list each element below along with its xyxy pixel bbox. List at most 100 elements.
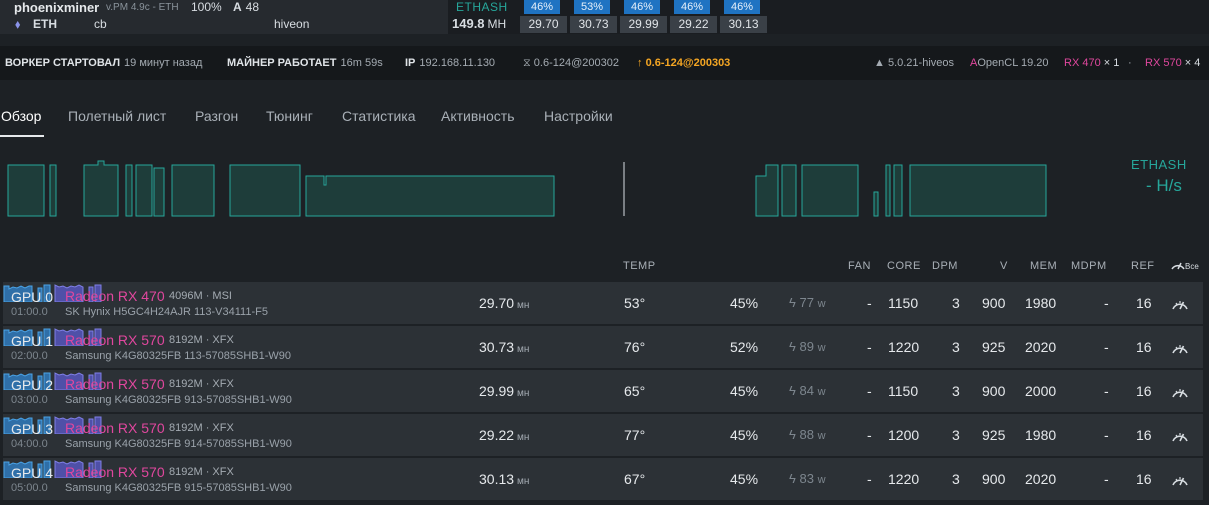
gpu-mem-clock: 2020: [1025, 339, 1057, 355]
gpu-cell-percent: 53%: [574, 0, 610, 14]
gpu-model[interactable]: Radeon RX 570: [65, 464, 165, 480]
gpu-power-value: 83: [799, 471, 814, 486]
gpu-row[interactable]: GPU 2 03:00.0 Radeon RX 570 8192M · XFX …: [3, 370, 1203, 412]
update-version[interactable]: ↑ 0.6-124@200303: [637, 57, 730, 69]
gpu-hashrate: 29.22 мн: [479, 427, 529, 443]
gpu-temperature: 76°: [624, 339, 646, 355]
gpu-index: GPU 1: [11, 333, 54, 349]
gpu-dpm: 3: [952, 383, 960, 399]
total-hashrate-unit: MH: [487, 17, 507, 31]
miner-uptime-label: МАЙНЕР РАБОТАЕТ: [227, 57, 337, 69]
gpu-core-clock: 1200: [888, 427, 920, 443]
gpu-hashrate-value: 29.22: [479, 427, 515, 443]
ip-address: IP 192.168.11.130: [405, 57, 495, 69]
ip-label: IP: [405, 57, 416, 69]
header-all-label[interactable]: Все: [1185, 262, 1199, 271]
header-mem: MEM: [1030, 260, 1058, 272]
chart-segment: [135, 164, 153, 217]
gpu-cell-hashrate: 30.73: [570, 16, 617, 33]
chart-segment: [801, 164, 859, 217]
gpu-index: GPU 4: [11, 465, 54, 481]
chart-segment: [909, 164, 1047, 217]
tab-overclocking[interactable]: Разгон: [195, 108, 238, 124]
gpu-model[interactable]: Radeon RX 570: [65, 420, 165, 436]
gpu-model[interactable]: Radeon RX 570: [65, 332, 165, 348]
chart-segment: [873, 191, 879, 217]
power-icon: ϟ: [789, 295, 796, 310]
gpu-power: ϟ 88 w: [789, 427, 826, 442]
gpu-row[interactable]: GPU 4 05:00.0 Radeon RX 570 8192M · XFX …: [3, 458, 1203, 500]
gpu-core-clock: 1150: [888, 295, 919, 311]
gpu-ref: 16: [1136, 427, 1152, 443]
gpu-temperature: 77°: [624, 427, 646, 443]
gpu-fan-rpm: -: [867, 471, 872, 487]
tab-settings[interactable]: Настройки: [544, 108, 613, 124]
gpu-mdpm: -: [1104, 339, 1109, 355]
accepted-label: A: [233, 0, 242, 14]
gauge-icon[interactable]: [1171, 428, 1189, 442]
gpu-type-rx570: RX 570 × 4: [1145, 57, 1200, 69]
gauge-icon[interactable]: [1171, 384, 1189, 398]
power-icon: ϟ: [789, 383, 796, 398]
worker-tabs: Обзор Полетный лист Разгон Тюнинг Статис…: [0, 100, 1209, 140]
gpu-cell: 46% 29.70: [520, 0, 567, 33]
gpu-power-value: 84: [799, 383, 814, 398]
tab-statistics[interactable]: Статистика: [342, 108, 416, 124]
gpu-cell-percent: 46%: [674, 0, 710, 14]
header-voltage: V: [1000, 260, 1008, 272]
gpu-cell-percent: 46%: [524, 0, 560, 14]
gauge-icon: [1171, 262, 1185, 270]
gpu-mdpm: -: [1104, 295, 1109, 311]
gpu-memory-vendor: 8192M · XFX: [169, 422, 234, 434]
gpu-voltage: 900: [982, 383, 1006, 399]
gauge-icon[interactable]: [1171, 340, 1189, 354]
power-icon: ϟ: [789, 471, 796, 486]
header-all-gauge[interactable]: [1170, 258, 1186, 273]
header-dpm: DPM: [932, 260, 958, 272]
header-temp: TEMP: [623, 260, 656, 272]
gpu-hashrate-unit: мн: [517, 432, 530, 443]
gpu-cell-hashrate: 30.13: [720, 16, 767, 33]
miner-name[interactable]: phoenixminer: [14, 0, 99, 15]
gpu-model[interactable]: Radeon RX 470: [65, 288, 165, 304]
gpu-temperature: 53°: [624, 295, 646, 311]
gpu-fan-percent: 45%: [730, 295, 759, 311]
hive-version: ⧖ 0.6-124@200302: [523, 57, 619, 70]
worker-started: ВОРКЕР СТАРТОВАЛ 19 минут назад: [5, 57, 202, 69]
hashrate-chart[interactable]: [6, 152, 1086, 222]
miner-uptime: МАЙНЕР РАБОТАЕТ 16m 59s: [227, 57, 383, 69]
miner-version: v.PM 4.9c - ETH: [106, 2, 179, 13]
header-ref: REF: [1131, 260, 1155, 272]
gauge-icon[interactable]: [1171, 472, 1189, 486]
gpu-memory-vendor: 8192M · XFX: [169, 334, 234, 346]
pool-name[interactable]: hiveon: [274, 17, 309, 31]
gpu-core-clock: 1150: [888, 383, 919, 399]
miner-percent: 100%: [191, 0, 222, 14]
wallet-name[interactable]: cb: [94, 17, 107, 31]
gauge-icon[interactable]: [1171, 296, 1189, 310]
gpu-row[interactable]: GPU 0 01:00.0 Radeon RX 470 4096M · MSI …: [3, 282, 1203, 324]
opencl-value: OpenCL 19.20: [977, 57, 1049, 69]
gpu-hashrate: 29.70 мн: [479, 295, 529, 311]
gpu-mdpm: -: [1104, 427, 1109, 443]
worker-info-bar: ВОРКЕР СТАРТОВАЛ 19 минут назад МАЙНЕР РА…: [0, 46, 1209, 80]
gpu-index: GPU 3: [11, 421, 54, 437]
gpu-type-1-name: RX 470: [1064, 57, 1101, 69]
tab-activity[interactable]: Активность: [441, 108, 515, 124]
gpu-dpm: 3: [952, 339, 960, 355]
gpu-row[interactable]: GPU 3 04:00.0 Radeon RX 570 8192M · XFX …: [3, 414, 1203, 456]
gpu-memory-vendor: 4096M · MSI: [169, 290, 232, 302]
gpu-voltage: 900: [982, 295, 1006, 311]
tab-flight-sheet[interactable]: Полетный лист: [68, 108, 166, 124]
gpu-fan-percent: 45%: [730, 383, 759, 399]
chart-segment: [885, 164, 891, 217]
gpu-cell-hashrate: 29.99: [620, 16, 667, 33]
gpu-model[interactable]: Radeon RX 570: [65, 376, 165, 392]
tab-tuning[interactable]: Тюнинг: [266, 108, 313, 124]
tab-overview[interactable]: Обзор: [1, 108, 41, 124]
gpu-power-value: 88: [799, 427, 814, 442]
chart-segment: [305, 175, 555, 217]
gpu-row[interactable]: GPU 1 02:00.0 Radeon RX 570 8192M · XFX …: [3, 326, 1203, 368]
chart-segment: [153, 167, 165, 217]
gpu-cell-hashrate: 29.22: [670, 16, 717, 33]
